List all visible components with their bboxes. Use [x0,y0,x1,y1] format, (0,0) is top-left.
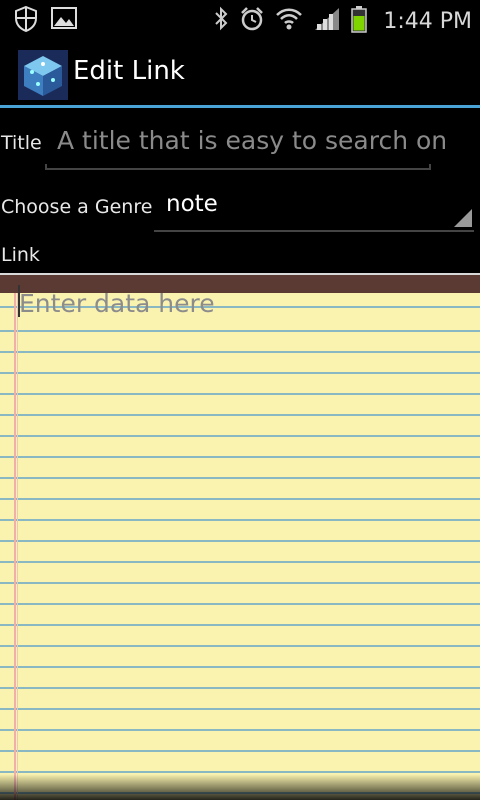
ruled-lines [0,293,480,800]
title-input-underline [45,164,431,170]
dropdown-triangle-icon [454,209,472,231]
title-input[interactable]: A title that is easy to search on [45,120,447,172]
page-title: Edit Link [73,56,185,86]
link-notepad-input[interactable]: Enter data here [0,273,480,800]
title-placeholder: A title that is easy to search on [57,126,448,155]
shield-icon [14,5,38,37]
link-label: Link [1,244,40,266]
wifi-icon [275,6,303,36]
title-bar: Edit Link [0,38,480,106]
title-label: Title [1,132,42,154]
genre-selected-value: note [166,191,218,217]
bluetooth-icon [213,6,229,36]
status-right: 1:44 PM [213,5,472,37]
genre-underline [154,230,474,232]
app-cube-icon [18,50,68,100]
clock: 1:44 PM [383,8,472,34]
margin-line [14,293,16,800]
genre-spinner[interactable]: note [154,185,474,233]
status-left [14,5,78,37]
margin-line-inner [17,293,18,800]
image-icon [50,5,78,37]
battery-icon [351,5,368,37]
alarm-icon [239,6,265,36]
genre-label: Choose a Genre [1,196,153,218]
link-placeholder: Enter data here [19,289,215,318]
notepad-bottom-shadow [0,774,480,800]
title-divider [0,105,480,108]
status-bar: 1:44 PM [0,0,480,38]
signal-icon [313,6,341,36]
